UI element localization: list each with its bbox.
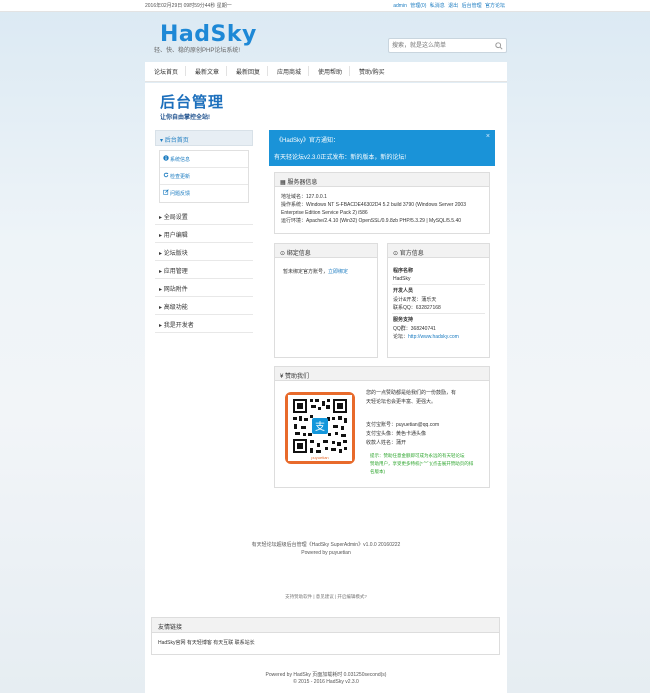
bind-info-panel: ⊙ 绑定信息 暂未绑定官方账号，立即绑定 (274, 243, 378, 358)
nav-home[interactable]: 论坛首页 (154, 67, 178, 76)
bind-now-link[interactable]: 立即绑定 (328, 269, 348, 275)
sidebar-item-home[interactable]: ▾ 后台首页 (155, 130, 253, 146)
yen-icon: ¥ (280, 374, 284, 380)
bind-info-header: ⊙ 绑定信息 (275, 244, 377, 258)
dev-name: 设计&开发：蒲乐天 (393, 297, 437, 303)
sidebar-item-user-edit[interactable]: ▸ 用户编辑 (155, 225, 253, 243)
site-header: HadSky 轻、快、稳的原创PHP论坛系统! (145, 12, 507, 62)
notice-content: 有天轻论坛v2.3.0正式发布：新的版本，新的论坛! (274, 155, 407, 161)
admin-brand: 后台管理 让你自由掌控全站! (160, 91, 224, 121)
private-msg-link[interactable]: 私消息 (430, 3, 445, 9)
friend-links-panel: 友情链接 HadSky官网 有天轻博客 有天互联 联系站长 (151, 617, 500, 655)
nav-latest-replies[interactable]: 最新回复 (236, 67, 260, 76)
top-bar: 2016年02月29日 09时59分44秒 星期一 admin 管理(0) 私消… (0, 0, 650, 12)
powered-by: Powered by HadSky 页面加载耗时 0.031250second(… (265, 672, 387, 678)
admin-subtitle: 让你自由掌控全站! (160, 115, 210, 121)
donate-header: ¥ 赞助我们 (275, 367, 489, 381)
top-links: admin 管理(0) 私消息 退出 后台管理 官方论坛 (391, 2, 505, 9)
payee-name: 收款人姓名：蒲开 (366, 440, 407, 446)
username-link[interactable]: admin (393, 3, 407, 9)
admin-sidebar: ▾ 后台首页 系统信息 检查更新 问题反馈 ▸ 全局设置 ▸ 用户编辑 ▸ 论坛… (155, 130, 253, 333)
bind-status: 暂未绑定官方账号，立即绑定 (283, 269, 349, 275)
donate-text-1: 您的一点赞助都是给我们的一份鼓励，有 (366, 390, 457, 396)
refresh-icon (163, 172, 169, 180)
search-icon[interactable] (495, 42, 503, 52)
server-info-header: ▦ 服务器信息 (275, 173, 489, 187)
donate-text-2: 天轻论坛也会更丰富、更强大。 (366, 399, 437, 405)
admin-footer-line2: Powered by puyuetian (301, 550, 351, 556)
sidebar-subitem-feedback[interactable]: 问题反馈 (160, 185, 248, 202)
official-info-panel: ⊙ 官方信息 程序名称 HadSky 开发人员 设计&开发：蒲乐天 联系QQ：6… (387, 243, 490, 358)
admin-link[interactable]: 后台管理 (462, 3, 482, 9)
copyright: © 2015 - 2016 HadSky v2.3.0 (293, 679, 359, 685)
sidebar-item-forum-boards[interactable]: ▸ 论坛版块 (155, 243, 253, 261)
nav-app-store[interactable]: 应用商城 (277, 67, 301, 76)
notice-title: 《HadSky》官方通知： (276, 138, 340, 144)
hadsky-site-link[interactable]: http://www.hadsky.com (408, 334, 459, 340)
search-box (388, 38, 507, 53)
nav-sponsor[interactable]: 赞助/购买 (359, 67, 385, 76)
server-icon: ▦ (280, 180, 286, 186)
link-icon: ⊙ (280, 251, 286, 257)
caret-down-icon: ▾ (160, 138, 164, 144)
main-content: 后台管理 让你自由掌控全站! ▾ 后台首页 系统信息 检查更新 问题反馈 ▸ 全… (145, 83, 507, 693)
program-label: 程序名称 (393, 268, 414, 274)
official-info-header: ⊙ 官方信息 (388, 244, 489, 258)
admin-title: 后台管理 (160, 93, 225, 111)
qr-caption: puyuetian (311, 455, 328, 460)
logout-link[interactable]: 退出 (448, 3, 458, 9)
alipay-account: 支付宝账号：puyuetian@qq.com (366, 422, 440, 428)
sidebar-subitem-check-update[interactable]: 检查更新 (160, 168, 248, 185)
donate-tip-2[interactable]: 赞助用户，享受更多特权(* ̄︶ ̄)(点击展开赞助页的排 (370, 461, 473, 467)
support-label: 服务支持 (393, 317, 414, 323)
donate-tip-3: 名版本) (370, 469, 385, 474)
donate-panel: ¥ 赞助我们 支 puyuetian 您的一点赞助都是给我们的一份鼓励，有 天轻… (274, 366, 490, 488)
sidebar-item-developer[interactable]: ▸ 我是开发者 (155, 315, 253, 333)
datetime-text: 2016年02月29日 09时59分44秒 星期一 (145, 3, 232, 9)
support-qq: QQ群：368240741 (393, 326, 436, 332)
sidebar-item-attachments[interactable]: ▸ 网站附件 (155, 279, 253, 297)
close-icon[interactable]: × (486, 133, 490, 140)
support-forum: 论坛：http://www.hadsky.com (393, 334, 459, 340)
search-input[interactable] (392, 41, 492, 51)
footer-links[interactable]: 支持赞助软件 | 意见建议 | 开启编辑模式? (145, 594, 507, 600)
svg-text:支: 支 (315, 421, 325, 433)
server-os: 操作系统：Windows NT S-FBACDE46302D4 5.2 buil… (281, 202, 466, 208)
alipay-avatar: 支付宝头像：黄色卡通头像 (366, 431, 427, 437)
sidebar-item-app-manage[interactable]: ▸ 应用管理 (155, 261, 253, 279)
messages-link[interactable]: 管理(0) (410, 3, 426, 9)
donate-tip-1: 提示：赞助任意金额即可成为永远的有天轻论坛 (370, 453, 465, 458)
main-nav: 论坛首页 最新文章 最新回复 应用商城 使用帮助 赞助/购买 (145, 62, 507, 82)
sidebar-item-advanced[interactable]: ▸ 高级功能 (155, 297, 253, 315)
server-env: 运行环境：Apache/2.4.10 (Win32) OpenSSL/0.9.8… (281, 218, 462, 224)
server-info-panel: ▦ 服务器信息 地址域名：127.0.0.1 操作系统：Windows NT S… (274, 172, 490, 234)
admin-footer-line1: 有天轻论坛超级后台管理《HadSky SuperAdmin》v1.0.0 201… (251, 542, 401, 548)
server-domain: 地址域名：127.0.0.1 (281, 194, 327, 200)
site-logo[interactable]: HadSky (160, 22, 257, 47)
edit-icon (163, 189, 169, 197)
dev-label: 开发人员 (393, 288, 414, 294)
nav-latest-articles[interactable]: 最新文章 (195, 67, 219, 76)
program-value: HadSky (393, 276, 411, 282)
nav-help[interactable]: 使用帮助 (318, 67, 342, 76)
official-notice: 《HadSky》官方通知： × 有天轻论坛v2.3.0正式发布：新的版本，新的论… (269, 130, 495, 166)
friend-links-list[interactable]: HadSky官网 有天轻博客 有天互联 联系站长 (152, 633, 499, 646)
info-icon: ⊙ (393, 251, 399, 257)
sidebar-item-global-settings[interactable]: ▸ 全局设置 (155, 207, 253, 225)
info-circle-icon (163, 155, 169, 163)
site-slogan: 轻、快、稳的原创PHP论坛系统! (154, 48, 241, 54)
sidebar-subitem-system-info[interactable]: 系统信息 (160, 151, 248, 168)
server-os-cont: Enterprise Edition Service Pack 2) i586 (281, 210, 368, 216)
dev-qq: 联系QQ：632827168 (393, 305, 441, 311)
official-forum-link[interactable]: 官方论坛 (485, 3, 505, 9)
sidebar-submenu: 系统信息 检查更新 问题反馈 (159, 150, 249, 203)
alipay-qr-code: 支 puyuetian (285, 392, 355, 464)
friend-links-title: 友情链接 (152, 618, 499, 633)
